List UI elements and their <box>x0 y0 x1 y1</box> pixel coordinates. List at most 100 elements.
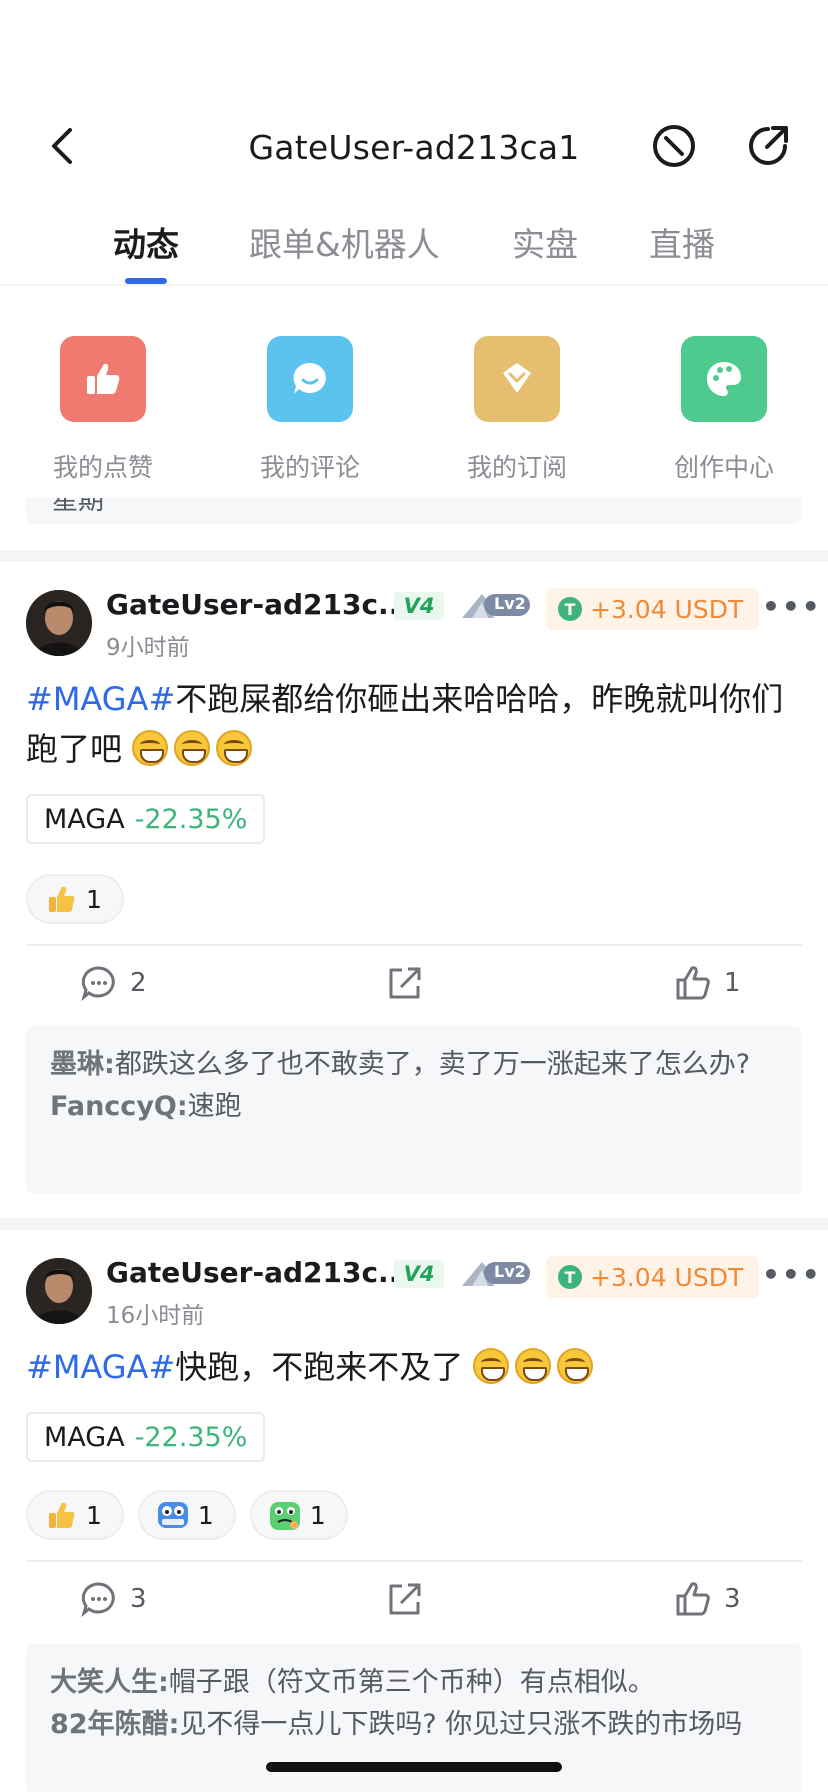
hashtag-link[interactable]: #MAGA# <box>26 680 175 718</box>
like-count: 3 <box>724 1584 741 1614</box>
home-indicator <box>266 1762 562 1772</box>
reaction-chip[interactable]: 1 <box>26 1490 124 1540</box>
shortcut-label: 我的点赞 <box>52 453 153 482</box>
share-button[interactable] <box>744 122 792 170</box>
reaction-count: 1 <box>86 1500 102 1530</box>
tab-bar: 动态 跟单&机器人 实盘 直播 <box>0 200 828 286</box>
shortcut-my-likes[interactable]: 我的点赞 <box>23 336 183 484</box>
hashtag-link[interactable]: #MAGA# <box>26 1348 175 1386</box>
repost-button[interactable] <box>386 1580 424 1618</box>
thumbs-up-emoji-icon <box>44 1498 78 1532</box>
hodl-robot-icon <box>156 1498 190 1532</box>
level-text: Lv2 <box>494 1262 526 1281</box>
page-title: GateUser-ad213ca1 <box>248 128 580 167</box>
tab-live-trading[interactable]: 实盘 <box>512 218 578 266</box>
comment-button[interactable]: 3 <box>80 1580 147 1618</box>
shortcut-label: 创作中心 <box>673 453 774 482</box>
reaction-chip[interactable]: 1 <box>137 1490 236 1540</box>
coin-tag[interactable]: MAGA -22.35% <box>26 794 266 844</box>
comment-icon <box>81 966 115 1002</box>
shortcut-label: 我的评论 <box>259 453 360 482</box>
like-icon <box>676 966 710 1000</box>
grin-emoji-icon <box>473 1348 510 1384</box>
reaction-chip[interactable]: 1 <box>249 1490 348 1540</box>
comment-line: 82年陈醋:见不得一点儿下跌吗? 你见过只涨不跌的市场吗 <box>50 1704 778 1746</box>
post-content[interactable]: #MAGA#不跑屎都给你砸出来哈哈哈，昨晚就叫你们跑了吧 <box>26 674 796 774</box>
reaction-list: 1 <box>26 874 124 924</box>
avatar[interactable] <box>26 1258 92 1324</box>
avatar[interactable] <box>26 590 92 656</box>
reaction-chip[interactable]: 1 <box>26 874 124 924</box>
post-text: 快跑，不跑来不及了 <box>175 1348 464 1386</box>
section-separator <box>0 550 828 562</box>
comment-text: 见不得一点儿下跌吗? 你见过只涨不跌的市场吗 <box>179 1709 743 1740</box>
comment-line: FanccyQ:速跑 <box>50 1086 778 1128</box>
diamond-icon <box>503 363 531 393</box>
shortcut-my-comments[interactable]: 我的评论 <box>230 336 390 484</box>
coin-tag[interactable]: MAGA -22.35% <box>26 1412 266 1462</box>
shortcut-label: 我的订阅 <box>466 453 567 482</box>
post-time: 9小时前 <box>106 635 190 661</box>
post-author[interactable]: GateUser-ad213c... <box>106 1256 410 1289</box>
comment-text: 帽子跟（符文币第三个币种）有点相似。 <box>168 1667 655 1698</box>
grin-emoji-icon <box>557 1348 594 1384</box>
reaction-count: 1 <box>309 1500 326 1530</box>
top-bar: GateUser-ad213ca1 <box>0 110 828 184</box>
comment-user[interactable]: 大笑人生: <box>50 1667 169 1698</box>
subscriptions-tile <box>474 336 560 422</box>
comment-user[interactable]: FanccyQ: <box>50 1091 188 1122</box>
comment-preview[interactable]: 墨琳:都跌这么多了也不敢卖了，卖了万一涨起来了怎么办? FanccyQ:速跑 <box>26 1026 802 1194</box>
share-icon <box>749 126 788 165</box>
comment-line: 墨琳:都跌这么多了也不敢卖了，卖了万一涨起来了怎么办? <box>50 1044 778 1086</box>
reaction-count: 1 <box>86 884 102 914</box>
reward-amount: +3.04 USDT <box>590 1262 744 1292</box>
divider <box>26 1560 802 1562</box>
shortcut-my-subscriptions[interactable]: 我的订阅 <box>437 336 597 484</box>
like-count: 1 <box>724 968 741 998</box>
reward-badge[interactable]: T +3.04 USDT <box>546 588 760 630</box>
more-options-button[interactable]: ••• <box>762 1258 822 1291</box>
comment-count: 3 <box>130 1584 147 1614</box>
shortcut-creator-center[interactable]: 创作中心 <box>644 336 804 484</box>
reward-badge[interactable]: T +3.04 USDT <box>546 1256 760 1298</box>
shortcut-grid: 我的点赞 我的评论 我的订阅 创作中心 <box>0 300 828 500</box>
active-tab-indicator <box>125 278 167 284</box>
more-options-button[interactable]: ••• <box>762 590 822 623</box>
coin-change: -22.35% <box>134 1421 248 1453</box>
post-content[interactable]: #MAGA#快跑，不跑来不及了 <box>26 1342 796 1392</box>
palette-icon <box>707 362 741 396</box>
block-button[interactable] <box>650 122 698 170</box>
level-text: Lv2 <box>494 594 526 613</box>
avatar-image <box>26 590 92 656</box>
level-badge: Lv2 <box>460 1258 532 1288</box>
grin-emoji-icon <box>132 730 169 766</box>
chat-bubble-icon <box>293 362 326 394</box>
like-button[interactable]: 3 <box>674 1580 741 1618</box>
comment-user[interactable]: 墨琳: <box>50 1049 115 1080</box>
thinking-frog-icon <box>268 1498 302 1532</box>
block-icon <box>653 125 695 167</box>
comment-user[interactable]: 82年陈醋: <box>50 1709 179 1740</box>
repost-icon <box>389 967 421 999</box>
post-action-bar: 2 1 <box>0 954 828 1014</box>
comment-icon <box>81 1582 115 1618</box>
divider <box>26 944 802 946</box>
tab-feed[interactable]: 动态 <box>113 218 179 266</box>
comment-button[interactable]: 2 <box>80 964 147 1002</box>
grin-emoji-icon <box>515 1348 552 1384</box>
comment-line: 大笑人生:帽子跟（符文币第三个币种）有点相似。 <box>50 1662 778 1704</box>
feed-post: GateUser-ad213c... V4 Lv2 T +3.04 USDT •… <box>0 1230 828 1792</box>
usdt-icon: T <box>558 1265 582 1289</box>
grin-emoji-icon <box>216 730 253 766</box>
tab-copy-trading[interactable]: 跟单&机器人 <box>249 218 440 266</box>
tab-livestream[interactable]: 直播 <box>649 218 715 266</box>
reaction-count: 1 <box>197 1500 214 1530</box>
coin-symbol: MAGA <box>44 1421 125 1453</box>
like-button[interactable]: 1 <box>674 964 741 1002</box>
coin-change: -22.35% <box>134 803 248 835</box>
post-action-bar: 3 3 <box>0 1570 828 1630</box>
coin-symbol: MAGA <box>44 803 125 835</box>
repost-button[interactable] <box>386 964 424 1002</box>
post-author[interactable]: GateUser-ad213c... <box>106 588 410 621</box>
reaction-list: 1 1 1 <box>26 1490 348 1540</box>
